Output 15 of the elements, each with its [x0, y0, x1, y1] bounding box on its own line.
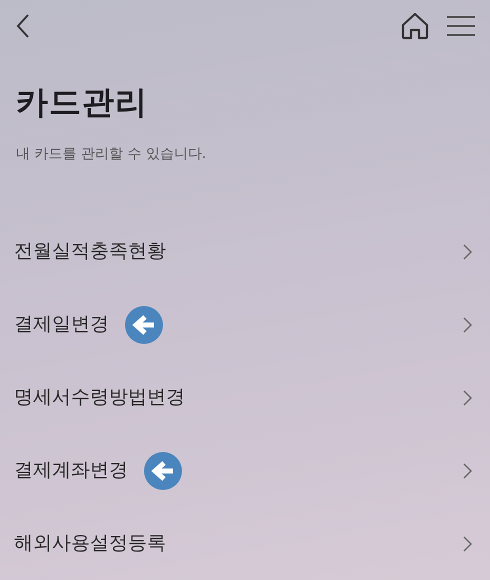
page-subtitle: 내 카드를 관리할 수 있습니다.	[16, 145, 208, 164]
menu-item[interactable]: 결제계좌변경	[0, 434, 490, 507]
menu-icon[interactable]	[446, 14, 476, 38]
menu-item[interactable]: 전월실적충족현황	[0, 215, 490, 288]
back-button[interactable]	[16, 13, 30, 39]
menu-item[interactable]: 명세서수령방법변경	[0, 361, 490, 434]
menu-item[interactable]: 해외사용설정등록	[0, 507, 490, 580]
chevron-icon	[463, 462, 472, 478]
menu-item[interactable]: 결제일변경	[0, 288, 490, 361]
chevron-icon	[463, 316, 472, 332]
chevron-icon	[463, 244, 472, 260]
chevron-icon	[463, 536, 472, 552]
page-title: 카드관리	[16, 82, 149, 123]
chevron-icon	[463, 390, 472, 406]
home-icon[interactable]	[400, 12, 430, 40]
